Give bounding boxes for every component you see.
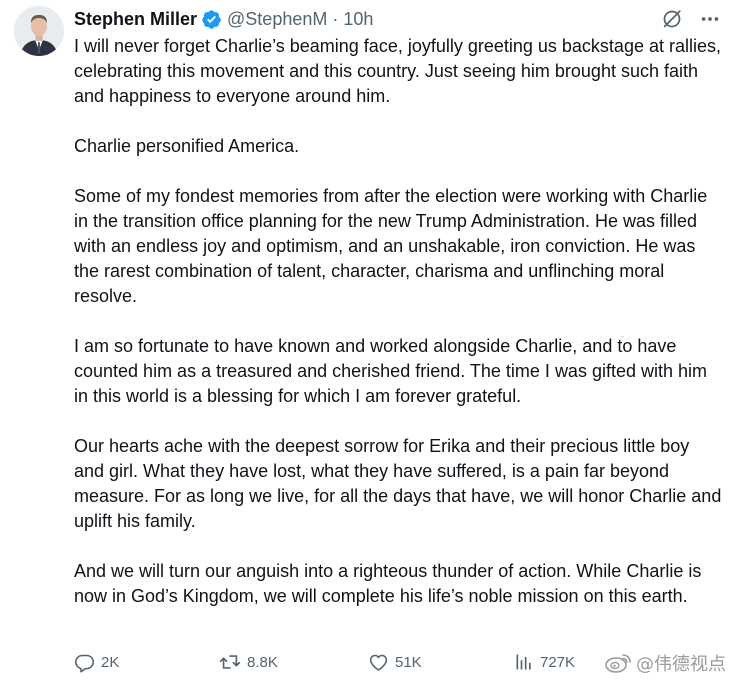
views-chart-icon: [514, 652, 534, 672]
view-count: 727K: [540, 653, 576, 671]
grok-icon[interactable]: [660, 7, 684, 31]
tweet-paragraph: Our hearts ache with the deepest sorrow …: [74, 436, 722, 531]
heart-icon: [368, 652, 389, 673]
separator-dot: ·: [332, 8, 339, 29]
verified-badge-icon: [201, 9, 222, 30]
more-horizontal-icon[interactable]: [698, 7, 722, 31]
tweet-header: Stephen Miller @StephenM · 10h: [74, 6, 373, 32]
repost-icon: [219, 651, 241, 673]
views-button[interactable]: 727K: [514, 652, 575, 672]
watermark-text: @伟德视点: [636, 654, 726, 675]
tweet-paragraph: And we will turn our anguish into a righ…: [74, 561, 702, 606]
avatar[interactable]: [14, 6, 64, 56]
repost-button[interactable]: 8.8K: [219, 651, 278, 673]
avatar-photo: [14, 6, 64, 56]
watermark: @伟德视点: [604, 650, 726, 676]
author-handle[interactable]: @StephenM: [227, 9, 327, 30]
tweet-text: I will never forget Charlie’s beaming fa…: [74, 34, 724, 609]
repost-count: 8.8K: [247, 653, 278, 671]
like-count: 51K: [395, 653, 422, 671]
reply-count: 2K: [101, 653, 120, 671]
tweet-card: Stephen Miller @StephenM · 10h I will ne…: [0, 0, 734, 684]
tweet-paragraph: Charlie personified America.: [74, 136, 300, 156]
reply-icon: [74, 652, 95, 673]
timestamp[interactable]: 10h: [343, 9, 373, 30]
tweet-paragraph: I will never forget Charlie’s beaming fa…: [74, 36, 721, 106]
top-actions: [660, 7, 722, 31]
like-button[interactable]: 51K: [368, 652, 422, 673]
tweet-paragraph: I am so fortunate to have known and work…: [74, 336, 707, 406]
weibo-logo-icon: [605, 654, 631, 673]
reply-button[interactable]: 2K: [74, 652, 119, 673]
tweet-paragraph: Some of my fondest memories from after t…: [74, 186, 708, 306]
display-name[interactable]: Stephen Miller: [74, 9, 197, 30]
